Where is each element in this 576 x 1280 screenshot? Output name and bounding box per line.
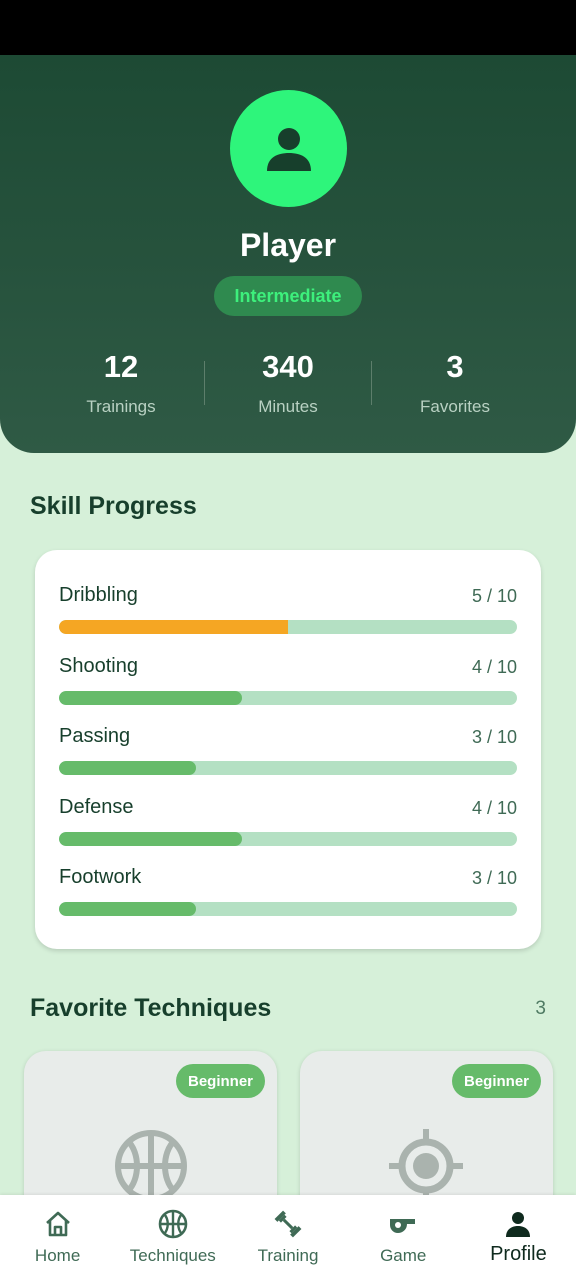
skills-card: Dribbling 5 / 10 Shooting 4 / 10 Passing… [35, 550, 541, 949]
dumbbell-icon [272, 1208, 304, 1240]
nav-techniques[interactable]: Techniques [115, 1195, 230, 1280]
status-bar [0, 0, 576, 55]
progress-track [59, 761, 517, 775]
nav-label: Home [34, 1246, 81, 1265]
progress-track [59, 690, 517, 705]
stat-minutes: 340 Minutes [205, 345, 371, 425]
bottom-nav: Home Techniques Training Game Profile [0, 1195, 576, 1280]
skill-footwork: Footwork 3 / 10 [59, 866, 517, 937]
nav-label: Profile [490, 1243, 547, 1265]
progress-track [59, 831, 517, 846]
stat-value: 3 [446, 349, 464, 384]
skill-score: 3 / 10 [471, 727, 517, 747]
person-icon [266, 127, 311, 171]
difficulty-badge: Beginner [451, 1064, 541, 1098]
skill-score: 5 / 10 [471, 586, 517, 606]
progress-fill [59, 831, 243, 846]
stat-label: Favorites [420, 397, 490, 416]
nav-profile[interactable]: Profile [461, 1195, 576, 1280]
favorites-count: 3 [535, 998, 546, 1019]
basketball-icon [115, 1130, 187, 1202]
target-icon [389, 1129, 463, 1203]
progress-fill [59, 620, 288, 634]
skill-defense: Defense 4 / 10 [59, 796, 517, 867]
nav-training[interactable]: Training [230, 1195, 345, 1280]
progress-fill [59, 690, 243, 705]
skill-name: Footwork [59, 866, 142, 888]
profile-header: Player Intermediate 12 Trainings 340 Min… [0, 55, 576, 453]
stat-trainings: 12 Trainings [38, 345, 204, 425]
skill-passing: Passing 3 / 10 [59, 725, 517, 796]
home-icon [42, 1208, 74, 1240]
progress-track [59, 902, 517, 916]
skill-name: Defense [59, 795, 134, 818]
stat-value: 340 [262, 349, 314, 384]
progress-fill [59, 761, 197, 775]
level-badge: Intermediate [214, 276, 362, 316]
progress-track [59, 620, 517, 634]
skill-score: 4 / 10 [471, 656, 517, 677]
stat-favorites: 3 Favorites [372, 345, 538, 425]
person-icon [502, 1208, 534, 1240]
stats-row: 12 Trainings 340 Minutes 3 Favorites [38, 345, 538, 425]
difficulty-badge: Beginner [175, 1064, 265, 1098]
nav-label: Game [380, 1246, 427, 1265]
whistle-icon [387, 1208, 419, 1240]
progress-fill [59, 902, 197, 916]
skill-name: Dribbling [59, 584, 138, 606]
stat-label: Trainings [86, 397, 156, 416]
nav-label: Techniques [129, 1246, 216, 1265]
skill-shooting: Shooting 4 / 10 [59, 655, 517, 726]
avatar[interactable] [230, 90, 347, 207]
stat-label: Minutes [258, 397, 318, 416]
stat-value: 12 [103, 349, 139, 384]
basketball-icon [157, 1208, 189, 1240]
skill-score: 3 / 10 [471, 868, 517, 888]
nav-home[interactable]: Home [0, 1195, 115, 1280]
skill-score: 4 / 10 [471, 797, 517, 818]
skill-name: Passing [59, 725, 131, 747]
nav-game[interactable]: Game [346, 1195, 461, 1280]
skill-progress-title: Skill Progress [30, 492, 197, 520]
favorite-techniques-title: Favorite Techniques [30, 994, 272, 1022]
nav-label: Training [257, 1246, 319, 1265]
skill-name: Shooting [59, 654, 138, 677]
player-name: Player [239, 227, 337, 263]
skill-dribbling: Dribbling 5 / 10 [59, 584, 517, 655]
